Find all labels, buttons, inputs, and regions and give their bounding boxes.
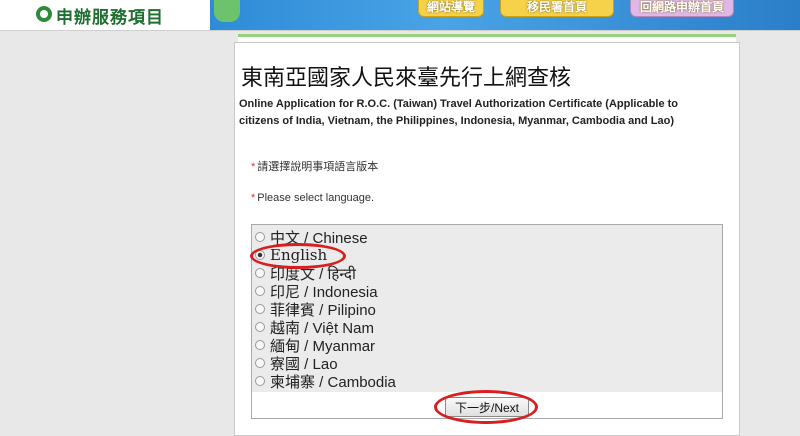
language-option-pilipino[interactable]: 菲律賓 / Pilipino xyxy=(255,300,376,319)
language-option-lao[interactable]: 寮國 / Lao xyxy=(255,354,338,373)
highlight-english-ellipse xyxy=(250,243,346,269)
radio-hindi[interactable] xyxy=(255,268,265,278)
radio-myanmar[interactable] xyxy=(255,340,265,350)
brand-label[interactable]: 申辦服務項目 xyxy=(36,3,164,28)
language-option-indonesia[interactable]: 印尼 / Indonesia xyxy=(255,282,378,301)
nav-online-apply-home[interactable]: 回網路申辦首頁 xyxy=(630,0,734,17)
radio-vietnam[interactable] xyxy=(255,322,265,332)
language-option-myanmar[interactable]: 緬甸 / Myanmar xyxy=(255,336,375,355)
nav-immigration-home[interactable]: 移民署首頁 xyxy=(500,0,614,17)
highlight-next-ellipse xyxy=(434,390,538,424)
radio-lao[interactable] xyxy=(255,358,265,368)
page-title: 東南亞國家人民來臺先行上網查核 xyxy=(241,66,572,91)
logo-icon xyxy=(214,0,240,22)
radio-indonesia[interactable] xyxy=(255,286,265,296)
page-subtitle: Online Application for R.O.C. (Taiwan) T… xyxy=(239,98,679,127)
prompt-en: * Please select language. xyxy=(251,192,375,204)
radio-pilipino[interactable] xyxy=(255,304,265,314)
prompt-zh: * 請選擇說明事項語言版本 xyxy=(251,161,379,173)
language-option-cambodia[interactable]: 柬埔寨 / Cambodia xyxy=(255,372,396,391)
radio-cambodia[interactable] xyxy=(255,376,265,386)
nav-site-map[interactable]: 網站導覽 xyxy=(418,0,484,17)
radio-chinese[interactable] xyxy=(255,232,265,242)
language-option-vietnam[interactable]: 越南 / Việt Nam xyxy=(255,318,374,337)
